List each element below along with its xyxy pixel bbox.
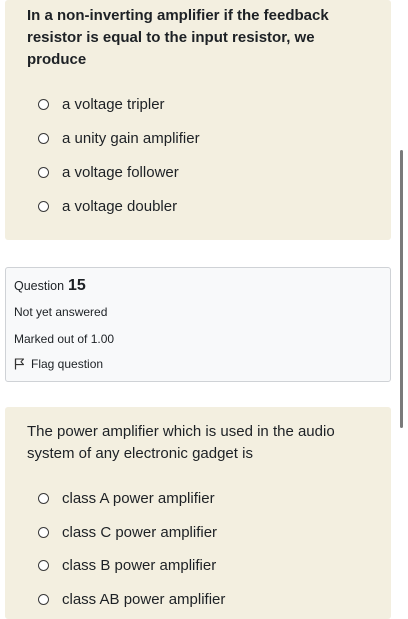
question-number-line: Question 15	[14, 277, 86, 295]
q14-option-4[interactable]: a voltage doubler	[38, 195, 177, 217]
q14-option-1-label: a voltage tripler	[62, 95, 165, 113]
question-14-card: In a non-inverting amplifier if the feed…	[5, 0, 391, 240]
question-status: Not yet answered	[14, 305, 108, 319]
question-number: 15	[68, 277, 86, 294]
q15-option-3-label: class B power amplifier	[62, 556, 217, 574]
radio-button-icon[interactable]	[38, 166, 49, 178]
q14-option-2[interactable]: a unity gain amplifier	[38, 127, 200, 149]
q15-option-2[interactable]: class C power amplifier	[38, 521, 217, 543]
q15-option-1-label: class A power amplifier	[62, 489, 215, 507]
question-15-text: The power amplifier which is used in the…	[27, 423, 335, 462]
flag-question-label[interactable]: Flag question	[31, 357, 103, 371]
radio-button-icon[interactable]	[38, 492, 49, 504]
q14-option-3[interactable]: a voltage follower	[38, 161, 179, 183]
q14-option-2-label: a unity gain amplifier	[62, 129, 200, 147]
radio-button-icon[interactable]	[38, 559, 49, 571]
flag-question-link[interactable]: Flag question	[14, 357, 103, 371]
q15-option-3[interactable]: class B power amplifier	[38, 554, 216, 576]
radio-button-icon[interactable]	[38, 132, 49, 144]
question-15-card: The power amplifier which is used in the…	[5, 407, 391, 619]
radio-button-icon[interactable]	[38, 526, 49, 538]
q14-option-4-label: a voltage doubler	[62, 197, 178, 215]
radio-button-icon[interactable]	[38, 98, 49, 110]
scrollbar[interactable]	[400, 150, 403, 428]
q15-option-4-label: class AB power amplifier	[62, 590, 226, 608]
radio-button-icon[interactable]	[38, 200, 49, 212]
q14-option-3-label: a voltage follower	[62, 163, 179, 181]
q15-option-1[interactable]: class A power amplifier	[38, 487, 215, 509]
q15-option-4[interactable]: class AB power amplifier	[38, 588, 225, 610]
radio-button-icon[interactable]	[38, 593, 49, 605]
q14-option-1[interactable]: a voltage tripler	[38, 93, 165, 115]
q15-option-2-label: class C power amplifier	[62, 523, 218, 541]
question-14-text: In a non-inverting amplifier if the feed…	[27, 7, 329, 68]
question-info-box: Question 15 Not yet answered Marked out …	[5, 267, 391, 382]
flag-icon[interactable]	[14, 358, 25, 370]
question-prefix: Question	[14, 279, 65, 293]
question-marks: Marked out of 1.00	[14, 332, 115, 346]
